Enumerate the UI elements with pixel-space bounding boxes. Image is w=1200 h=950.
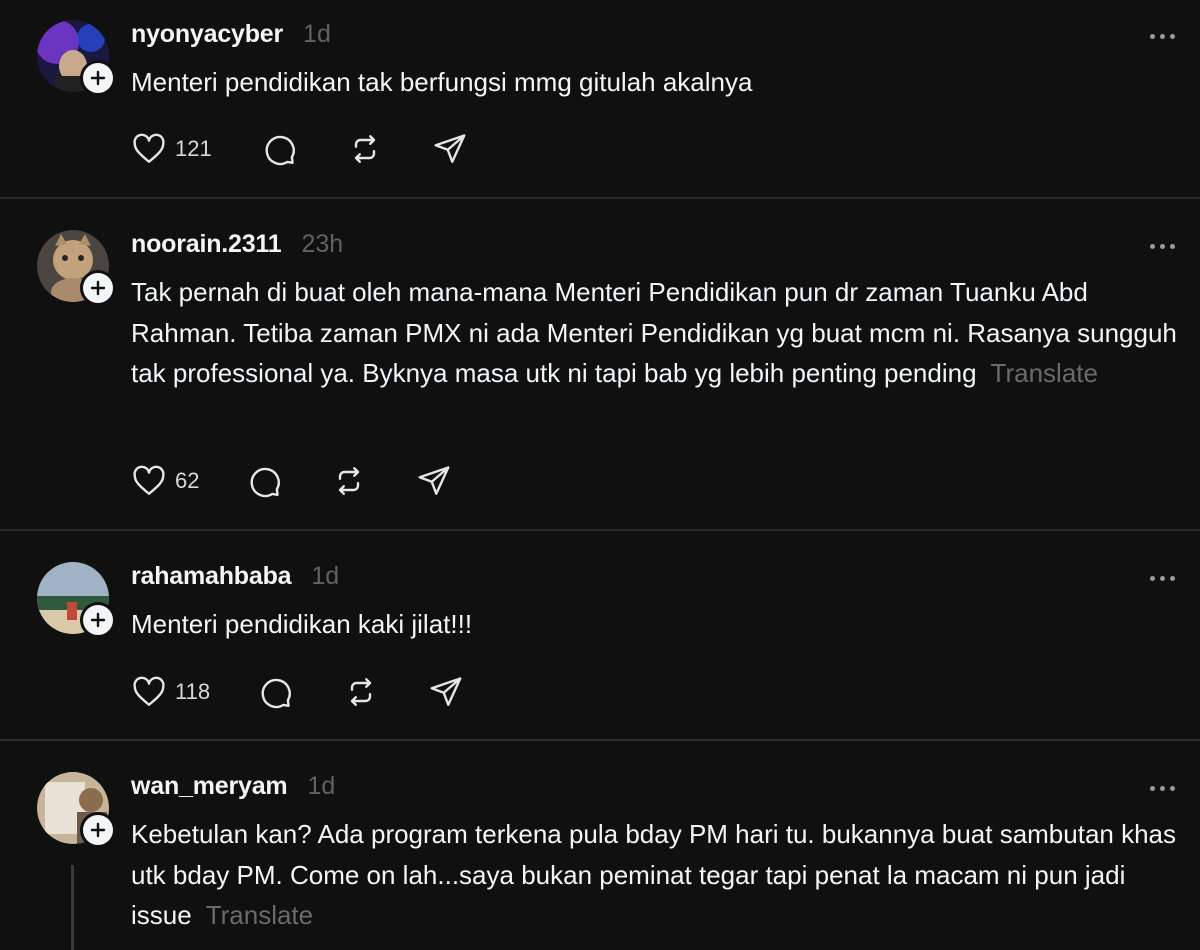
plus-icon — [90, 822, 106, 838]
more-dots-icon[interactable] — [1150, 241, 1180, 251]
timestamp[interactable]: 23h — [301, 230, 343, 259]
share-button[interactable] — [428, 672, 464, 712]
follow-button[interactable] — [80, 60, 116, 96]
reply-button[interactable] — [257, 672, 293, 712]
more-dots-icon[interactable] — [1150, 573, 1180, 583]
post: noorain.2311 23h Tak pernah di buat oleh… — [0, 199, 1200, 529]
reply-button[interactable] — [246, 461, 282, 501]
plus-icon — [90, 612, 106, 628]
post-text: Menteri pendidikan tak berfungsi mmg git… — [131, 62, 1181, 103]
follow-button[interactable] — [80, 270, 116, 306]
heart-icon — [133, 465, 165, 495]
username[interactable]: rahamahbaba — [131, 562, 292, 591]
repost-button[interactable] — [343, 672, 379, 712]
username[interactable]: nyonyacyber — [131, 20, 283, 49]
repost-icon — [350, 678, 372, 706]
repost-button[interactable] — [347, 129, 383, 169]
threads-feed: nyonyacyber 1d Menteri pendidikan tak be… — [0, 0, 1200, 950]
like-count: 121 — [175, 136, 212, 161]
reply-button[interactable] — [261, 129, 297, 169]
comment-icon — [251, 467, 281, 498]
post-text: Tak pernah di buat oleh mana-mana Menter… — [131, 272, 1181, 394]
post-text-content: Menteri pendidikan tak berfungsi mmg git… — [131, 67, 753, 97]
like-count: 118 — [175, 679, 211, 704]
comment-icon — [261, 678, 291, 709]
timestamp[interactable]: 1d — [311, 562, 339, 591]
comment-icon — [265, 135, 295, 166]
thread-line — [71, 865, 74, 950]
send-icon — [419, 466, 450, 495]
repost-button[interactable] — [331, 461, 367, 501]
post-text-content: Menteri pendidikan kaki jilat!!! — [131, 609, 473, 639]
follow-button[interactable] — [80, 812, 116, 848]
follow-button[interactable] — [80, 602, 116, 638]
like-button[interactable]: 118 — [131, 672, 210, 712]
like-count: 62 — [175, 468, 200, 493]
like-button[interactable]: 62 — [131, 461, 199, 501]
plus-icon — [90, 280, 106, 296]
post-text: Kebetulan kan? Ada program terkena pula … — [131, 814, 1181, 936]
post: nyonyacyber 1d Menteri pendidikan tak be… — [0, 0, 1200, 198]
share-button[interactable] — [416, 461, 452, 501]
send-icon — [430, 677, 462, 706]
repost-icon — [354, 135, 375, 163]
post: rahamahbaba 1d Menteri pendidikan kaki j… — [0, 531, 1200, 739]
more-dots-icon[interactable] — [1150, 783, 1180, 793]
repost-icon — [339, 467, 360, 495]
plus-icon — [90, 70, 106, 86]
post-text: Menteri pendidikan kaki jilat!!! — [131, 604, 1181, 645]
username[interactable]: noorain.2311 — [131, 230, 282, 259]
more-dots-icon[interactable] — [1150, 31, 1180, 41]
send-icon — [434, 134, 466, 163]
like-button[interactable]: 121 — [131, 129, 212, 169]
timestamp[interactable]: 1d — [303, 20, 331, 49]
heart-icon — [133, 133, 165, 163]
timestamp[interactable]: 1d — [307, 772, 335, 801]
translate-link[interactable]: Translate — [991, 358, 1098, 388]
translate-link[interactable]: Translate — [206, 900, 313, 930]
post: wan_meryam 1d Kebetulan kan? Ada program… — [0, 741, 1200, 950]
share-button[interactable] — [432, 129, 468, 169]
username[interactable]: wan_meryam — [131, 772, 288, 801]
heart-icon — [133, 676, 165, 706]
